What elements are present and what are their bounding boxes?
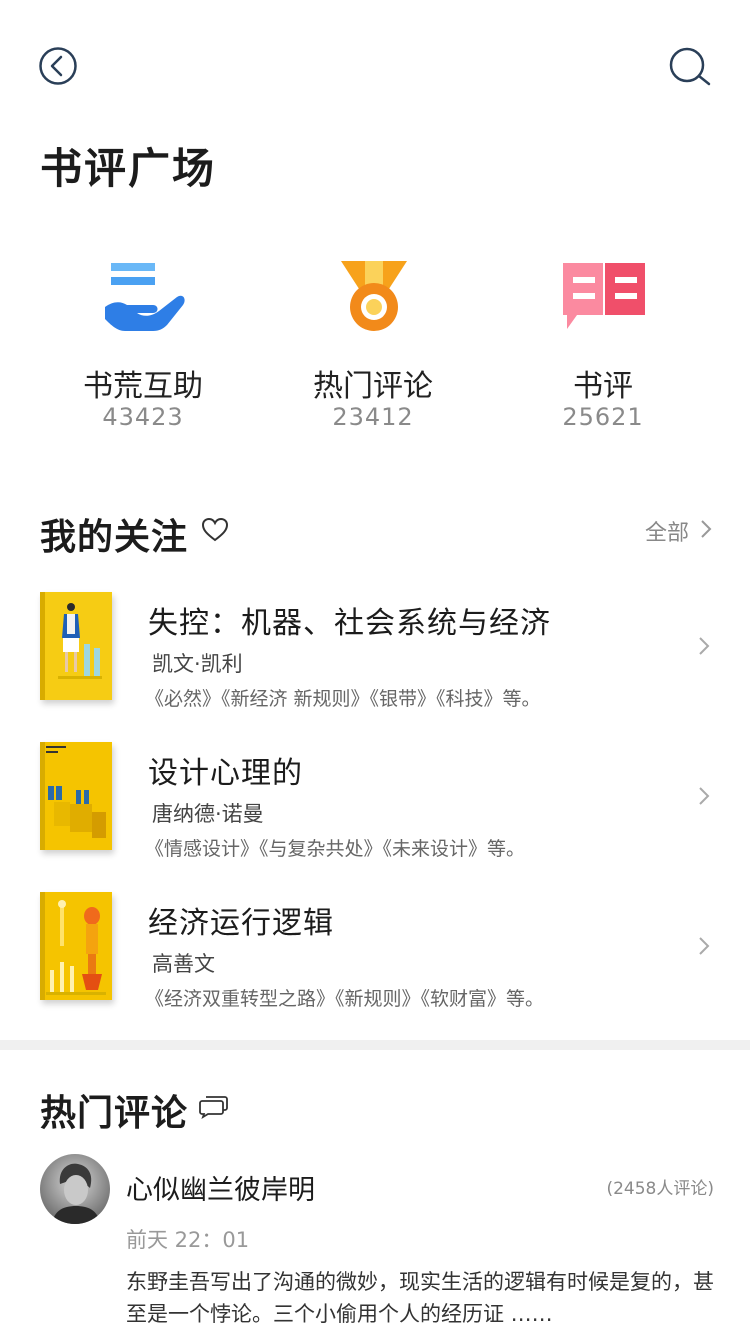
- book-title: 失控：机器、社会系统与经济: [148, 606, 551, 641]
- book-title: 经济运行逻辑: [148, 906, 334, 941]
- comment-time: 前天 22：01: [126, 1228, 250, 1252]
- category-row: 书荒互助 43423 热门评论 23412 书评 25621: [0, 255, 750, 455]
- heart-outline-icon: [201, 517, 229, 542]
- follow-section-title: 我的关注: [40, 517, 189, 558]
- hot-section-title: 热门评论: [40, 1093, 189, 1134]
- category-book-help[interactable]: 书荒互助 43423: [28, 255, 258, 455]
- followed-book-item[interactable]: 经济运行逻辑 高善文 《经济双重转型之路》《新规则》《软财富》等。: [0, 892, 750, 1042]
- followed-book-item[interactable]: 设计心理的 唐纳德·诺曼 《情感设计》《与复杂共处》《未来设计》等。: [0, 742, 750, 892]
- back-arrow-circle-icon: [39, 47, 77, 85]
- book-works: 《经济双重转型之路》《新规则》《软财富》等。: [145, 988, 545, 1010]
- category-count: 43423: [102, 403, 184, 431]
- section-divider: [0, 1040, 750, 1050]
- chevron-right-icon: [699, 637, 710, 655]
- search-button[interactable]: [667, 46, 713, 88]
- comment-bubble-icon: [199, 1096, 228, 1119]
- book-author: 凯文·凯利: [152, 652, 243, 676]
- category-reviews[interactable]: 书评 25621: [488, 255, 718, 455]
- medal-icon: [341, 261, 407, 331]
- book-cover: [40, 742, 112, 850]
- category-count: 25621: [562, 403, 644, 431]
- book-cover: [40, 892, 112, 1000]
- comment-text[interactable]: 东野圭吾写出了沟通的微妙，现实生活的逻辑有时候是复的，甚至是一个悖论。三个小偷用…: [126, 1266, 716, 1330]
- chevron-right-icon: [699, 937, 710, 955]
- back-button[interactable]: [38, 46, 78, 86]
- top-bar: [0, 0, 750, 130]
- category-count: 23412: [332, 403, 414, 431]
- book-author: 唐纳德·诺曼: [152, 802, 264, 826]
- comment-username[interactable]: 心似幽兰彼岸明: [126, 1168, 315, 1207]
- book-works: 《情感设计》《与复杂共处》《未来设计》等。: [145, 838, 526, 860]
- chevron-right-icon: [701, 520, 712, 538]
- search-icon: [669, 47, 711, 86]
- chevron-right-icon: [699, 787, 710, 805]
- book-title: 设计心理的: [148, 756, 303, 791]
- category-label: 热门评论: [313, 369, 433, 404]
- hand-lines-icon: [105, 263, 185, 331]
- page-title: 书评广场: [40, 144, 217, 193]
- category-label: 书评: [573, 369, 633, 404]
- followed-book-item[interactable]: 失控：机器、社会系统与经济 凯文·凯利 《必然》《新经济 新规则》《银带》《科技…: [0, 592, 750, 742]
- book-author: 高善文: [152, 952, 215, 976]
- chat-bubble-icon: [563, 263, 645, 329]
- view-all-link[interactable]: 全部: [640, 513, 720, 546]
- view-all-label: 全部: [645, 521, 690, 546]
- book-works: 《必然》《新经济 新规则》《银带》《科技》等。: [145, 688, 541, 710]
- book-cover: [40, 592, 112, 700]
- comment-count: (2458人评论): [606, 1179, 714, 1199]
- category-hot-comments[interactable]: 热门评论 23412: [258, 255, 488, 455]
- avatar[interactable]: [40, 1154, 110, 1224]
- category-label: 书荒互助: [83, 369, 203, 404]
